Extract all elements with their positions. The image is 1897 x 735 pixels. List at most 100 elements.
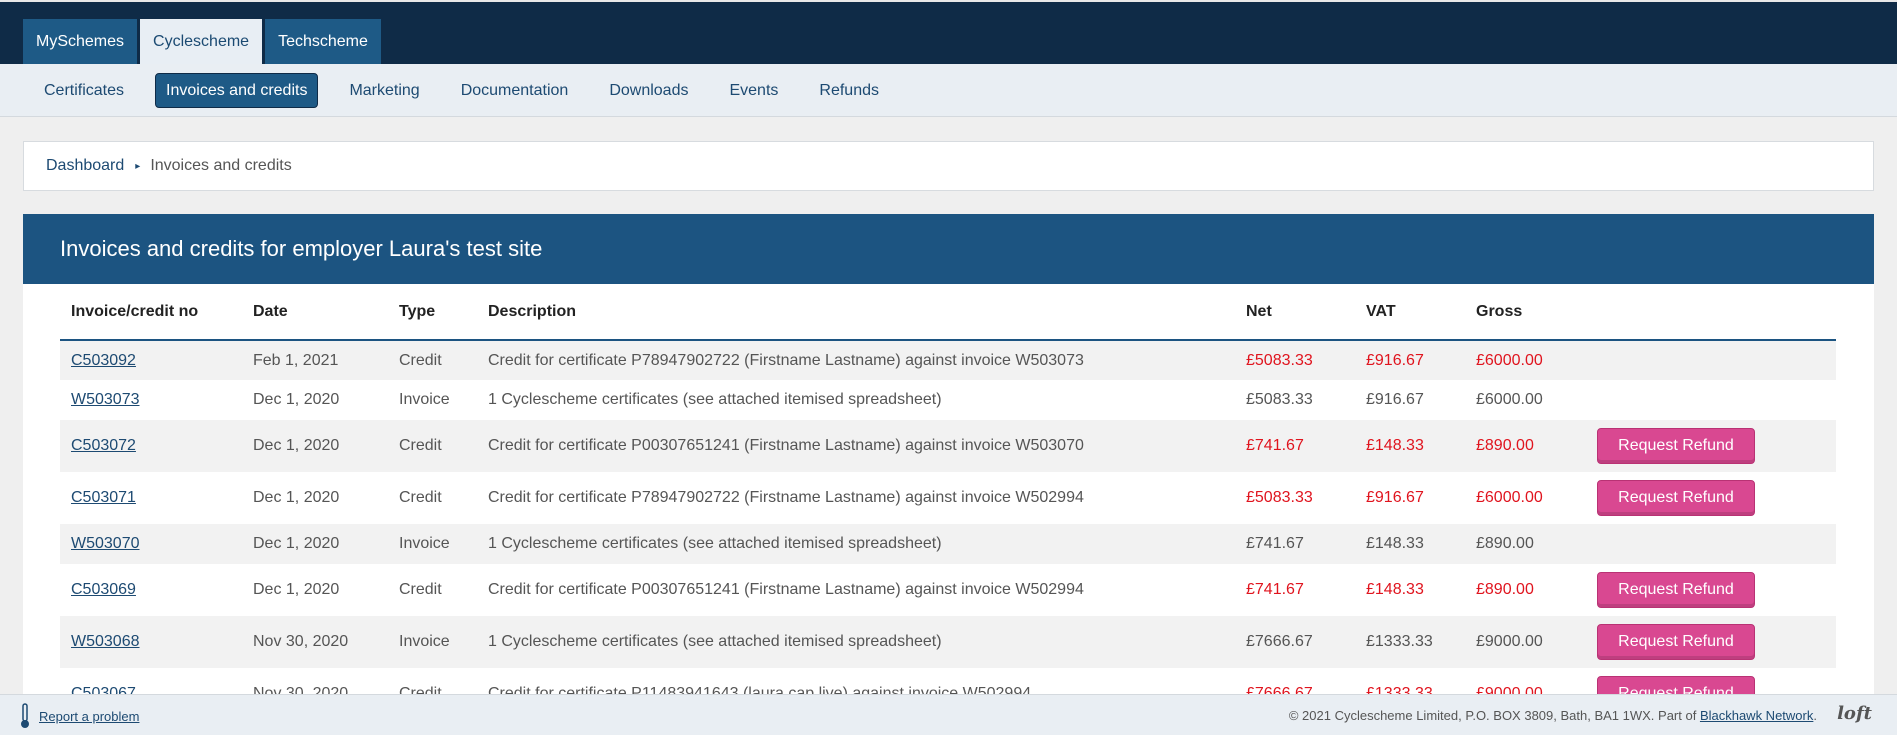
invoice-type-cell: Invoice [388, 524, 477, 564]
invoice-gross: £6000.00 [1476, 391, 1543, 408]
blackhawk-network-link[interactable]: Blackhawk Network [1700, 708, 1813, 723]
invoice-date: Dec 1, 2020 [253, 437, 340, 454]
invoice-description: Credit for certificate P11483941643 (lau… [488, 685, 1032, 694]
actions-cell: Request Refund [1586, 420, 1836, 472]
invoice-vat: £148.33 [1366, 535, 1424, 552]
invoice-gross-cell: £9000.00 [1465, 668, 1586, 694]
table-row: W503068 Nov 30, 2020 Invoice 1 Cyclescheme … [60, 616, 1836, 668]
invoice-date-cell: Dec 1, 2020 [242, 380, 388, 420]
invoice-net-cell: £741.67 [1235, 564, 1355, 616]
invoice-vat: £1333.33 [1366, 685, 1433, 694]
invoice-date: Dec 1, 2020 [253, 581, 340, 598]
table-row: C503072 Dec 1, 2020 Credit Credit for certi… [60, 420, 1836, 472]
top-bar: MySchemes Cyclescheme Techscheme [0, 0, 1897, 65]
actions-cell: Request Refund [1586, 616, 1836, 668]
invoice-number-link[interactable]: W503068 [71, 633, 140, 650]
col-vat: VAT [1355, 284, 1465, 341]
copyright-text: © 2021 Cyclescheme Limited, P.O. BOX 380… [1289, 708, 1817, 723]
invoices-table: Invoice/credit no Date Type Description … [60, 284, 1836, 694]
col-type: Type [388, 284, 477, 341]
invoice-description-cell: Credit for certificate P00307651241 (Fir… [477, 420, 1235, 472]
invoice-description-cell: 1 Cyclescheme certificates (see attached… [477, 616, 1235, 668]
col-actions [1586, 284, 1836, 341]
actions-cell: Request Refund [1586, 668, 1836, 694]
request-refund-button[interactable]: Request Refund [1597, 676, 1755, 694]
breadcrumb-dashboard-link[interactable]: Dashboard [46, 157, 124, 175]
tab-cyclescheme[interactable]: Cyclescheme [140, 19, 263, 65]
invoice-description: 1 Cyclescheme certificates (see attached… [488, 633, 942, 650]
nav-marketing[interactable]: Marketing [339, 73, 429, 108]
invoice-type-cell: Credit [388, 668, 477, 694]
invoice-net-cell: £7666.67 [1235, 616, 1355, 668]
loft-logo: loft [1837, 703, 1872, 724]
actions-cell [1586, 380, 1836, 420]
invoice-description: 1 Cyclescheme certificates (see attached… [488, 391, 942, 408]
invoice-vat: £1333.33 [1366, 633, 1433, 650]
invoice-vat-cell: £148.33 [1355, 524, 1465, 564]
request-refund-button[interactable]: Request Refund [1597, 572, 1755, 608]
invoice-net: £5083.33 [1246, 489, 1313, 506]
invoice-vat-cell: £1333.33 [1355, 616, 1465, 668]
invoice-number-link[interactable]: C503071 [71, 489, 136, 506]
invoice-type-cell: Credit [388, 340, 477, 380]
tab-techscheme[interactable]: Techscheme [265, 19, 381, 65]
panel-title: Invoices and credits for employer Laura'… [23, 214, 1874, 284]
breadcrumb-current: Invoices and credits [150, 157, 292, 174]
invoice-net: £5083.33 [1246, 391, 1313, 408]
table-row: C503092 Feb 1, 2021 Credit Credit for certi… [60, 340, 1836, 380]
nav-downloads[interactable]: Downloads [599, 73, 698, 108]
request-refund-button[interactable]: Request Refund [1597, 428, 1755, 464]
invoice-net-cell: £7666.67 [1235, 668, 1355, 694]
request-refund-button[interactable]: Request Refund [1597, 624, 1755, 660]
invoice-net-cell: £5083.33 [1235, 472, 1355, 524]
invoice-net: £7666.67 [1246, 633, 1313, 650]
nav-refunds[interactable]: Refunds [809, 73, 889, 108]
invoice-number-link[interactable]: C503069 [71, 581, 136, 598]
invoice-gross: £890.00 [1476, 535, 1534, 552]
nav-invoices-and-credits[interactable]: Invoices and credits [155, 73, 319, 108]
invoice-description-cell: Credit for certificate P78947902722 (Fir… [477, 472, 1235, 524]
invoice-gross: £9000.00 [1476, 685, 1543, 694]
invoice-date-cell: Feb 1, 2021 [242, 340, 388, 380]
request-refund-button[interactable]: Request Refund [1597, 480, 1755, 516]
invoice-date: Dec 1, 2020 [253, 489, 340, 506]
invoice-type: Invoice [399, 633, 450, 650]
invoice-vat-cell: £148.33 [1355, 564, 1465, 616]
invoice-type-cell: Credit [388, 564, 477, 616]
nav-events[interactable]: Events [719, 73, 788, 108]
invoice-type: Credit [399, 351, 442, 369]
nav-certificates[interactable]: Certificates [34, 73, 134, 108]
invoice-date-cell: Dec 1, 2020 [242, 420, 388, 472]
invoice-gross-cell: £6000.00 [1465, 472, 1586, 524]
invoice-type: Credit [399, 685, 442, 694]
copyright-period: . [1813, 708, 1817, 723]
tab-myschemes[interactable]: MySchemes [23, 19, 138, 65]
invoice-vat: £916.67 [1366, 489, 1424, 506]
invoice-net: £7666.67 [1246, 685, 1313, 694]
invoice-date: Dec 1, 2020 [253, 535, 340, 552]
actions-cell [1586, 340, 1836, 380]
nav-documentation[interactable]: Documentation [451, 73, 579, 108]
invoice-gross-cell: £9000.00 [1465, 616, 1586, 668]
invoice-description: Credit for certificate P00307651241 (Fir… [488, 581, 1084, 598]
invoices-panel: Invoices and credits for employer Laura'… [23, 214, 1874, 694]
invoice-number-link[interactable]: C503072 [71, 437, 136, 454]
invoice-number-link-cell: W503070 [60, 524, 242, 564]
invoice-gross: £890.00 [1476, 581, 1534, 598]
invoice-vat: £916.67 [1366, 351, 1424, 369]
invoice-number-link[interactable]: W503073 [71, 391, 140, 408]
invoice-number-link[interactable]: W503070 [71, 535, 140, 552]
invoice-gross-cell: £890.00 [1465, 420, 1586, 472]
invoice-net: £741.67 [1246, 437, 1304, 454]
invoice-description-cell: 1 Cyclescheme certificates (see attached… [477, 524, 1235, 564]
sub-navigation: Certificates Invoices and credits Market… [0, 64, 1897, 117]
invoice-description: Credit for certificate P78947902722 (Fir… [488, 489, 1084, 506]
actions-cell: Request Refund [1586, 472, 1836, 524]
invoice-number-link[interactable]: C503067 [71, 685, 136, 694]
table-row: C503071 Dec 1, 2020 Credit Credit for certi… [60, 472, 1836, 524]
invoice-gross: £6000.00 [1476, 351, 1543, 369]
footer: Report a problem © 2021 Cyclescheme Limi… [0, 694, 1897, 735]
invoice-number-link[interactable]: C503092 [71, 352, 136, 369]
report-problem-link[interactable]: Report a problem [39, 709, 139, 724]
actions-cell [1586, 524, 1836, 564]
